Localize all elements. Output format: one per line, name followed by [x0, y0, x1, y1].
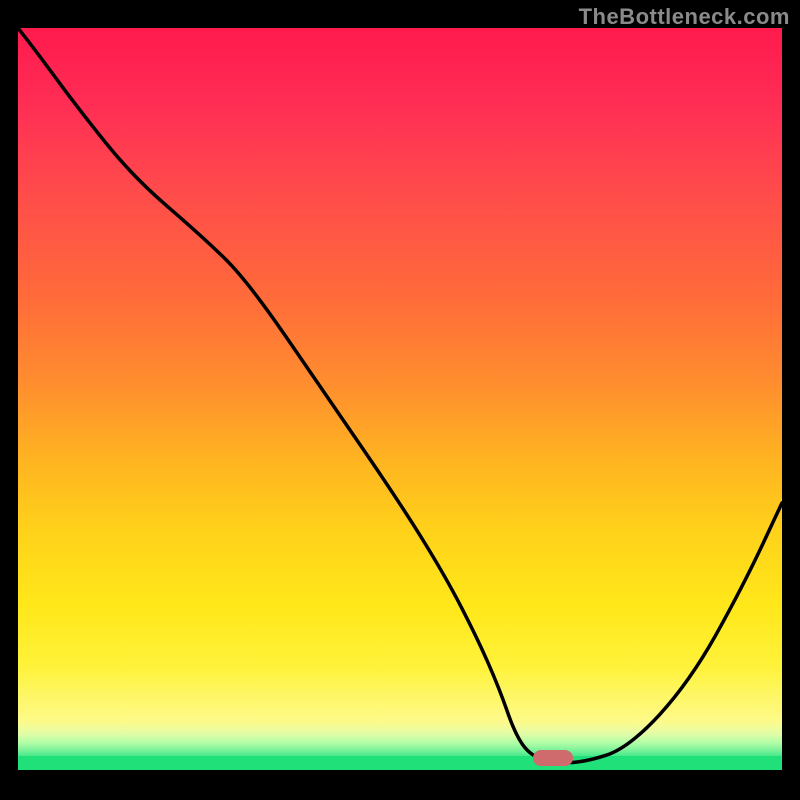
curve-path	[18, 28, 782, 763]
optimum-marker	[533, 750, 573, 766]
watermark-text: TheBottleneck.com	[579, 4, 790, 30]
plot-area	[18, 28, 782, 770]
chart-frame: TheBottleneck.com	[0, 0, 800, 800]
bottleneck-curve	[18, 28, 782, 770]
